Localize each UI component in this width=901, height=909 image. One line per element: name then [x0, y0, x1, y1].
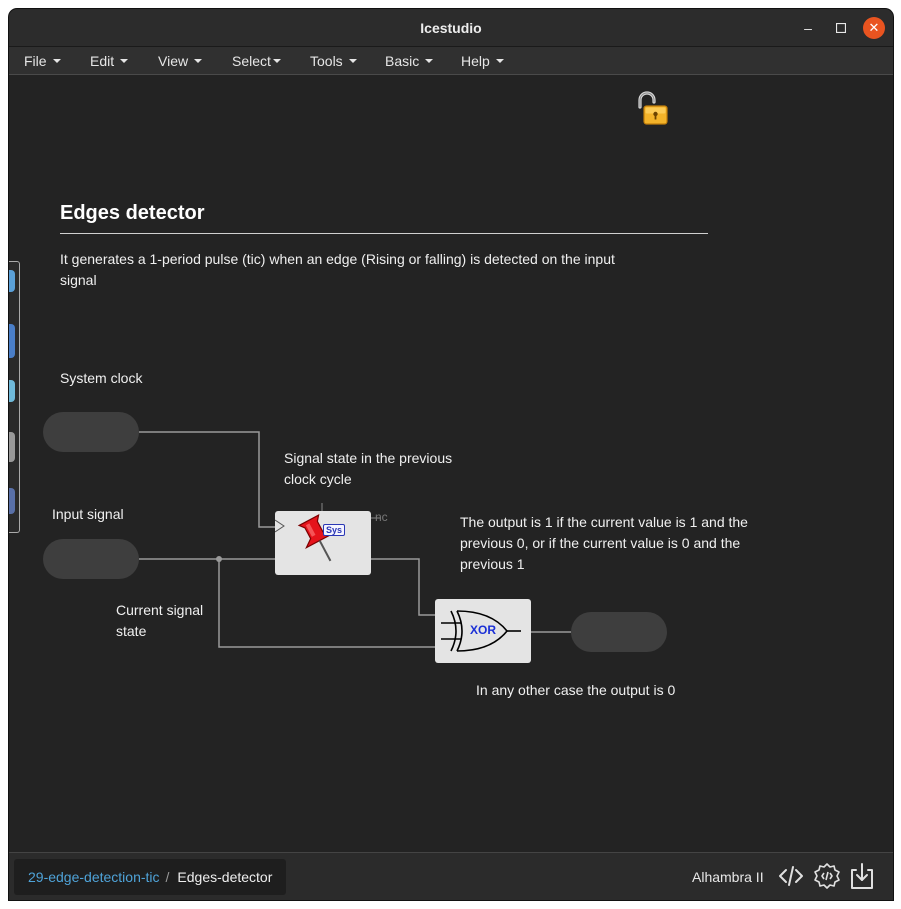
- side-tool-indicator: [9, 324, 15, 358]
- pin-icon: [275, 513, 335, 562]
- menu-view[interactable]: View: [158, 53, 203, 69]
- wire-dff-to-xor: [371, 558, 435, 616]
- breadcrumb-separator: /: [165, 869, 170, 885]
- chevron-down-icon: [120, 59, 129, 63]
- side-tool-indicator: [9, 270, 15, 292]
- wire-clock: [139, 431, 275, 528]
- xor-block[interactable]: XOR: [435, 599, 531, 663]
- minimize-icon[interactable]: –: [797, 17, 819, 39]
- status-bar: 29-edge-detection-tic / Edges-detector Alh…: [9, 852, 893, 900]
- menu-help[interactable]: Help: [461, 53, 504, 69]
- dff-block[interactable]: Sys: [275, 511, 371, 575]
- wire-junction: [216, 556, 222, 562]
- breadcrumb: 29-edge-detection-tic / Edges-detector: [14, 859, 287, 895]
- menu-file[interactable]: File: [24, 53, 61, 69]
- board-selector[interactable]: Alhambra II: [692, 869, 764, 885]
- breadcrumb-project[interactable]: 29-edge-detection-tic: [28, 869, 160, 885]
- xor-label: XOR: [470, 623, 497, 637]
- side-tool-indicator: [9, 488, 15, 514]
- chevron-down-icon: [425, 59, 434, 63]
- menu-tools[interactable]: Tools: [310, 53, 357, 69]
- wires: [139, 431, 571, 648]
- menu-select[interactable]: Select: [232, 53, 281, 69]
- design-canvas[interactable]: Edges detector It generates a 1-period p…: [9, 76, 893, 852]
- sys-tag: Sys: [323, 524, 346, 536]
- menu-edit[interactable]: Edit: [90, 53, 129, 69]
- side-tool-indicator: [9, 380, 15, 402]
- input-port-signal[interactable]: [43, 539, 139, 579]
- chevron-down-icon: [52, 59, 61, 63]
- output-port[interactable]: [571, 612, 667, 652]
- side-toolbar-handle[interactable]: [9, 261, 20, 533]
- input-port-clock[interactable]: [43, 412, 139, 452]
- nc-label: nc: [375, 510, 388, 524]
- close-icon[interactable]: ✕: [863, 17, 885, 39]
- verify-icon[interactable]: [812, 861, 842, 891]
- side-tool-indicator: [9, 432, 15, 462]
- chevron-down-icon: [348, 59, 357, 63]
- title-bar: Icestudio – ✕: [9, 9, 893, 47]
- app-window: Icestudio – ✕ File Edit View Select Tool…: [9, 9, 893, 900]
- chevron-down-icon: [495, 59, 504, 63]
- window-title: Icestudio: [420, 20, 482, 36]
- maximize-icon[interactable]: [830, 17, 852, 39]
- menu-bar: File Edit View Select Tools Basic Help: [9, 47, 893, 75]
- chevron-down-icon: [272, 59, 281, 63]
- upload-icon[interactable]: [847, 861, 877, 891]
- menu-basic[interactable]: Basic: [385, 53, 434, 69]
- code-icon[interactable]: [776, 861, 806, 891]
- chevron-down-icon: [194, 59, 203, 63]
- breadcrumb-current: Edges-detector: [177, 869, 273, 885]
